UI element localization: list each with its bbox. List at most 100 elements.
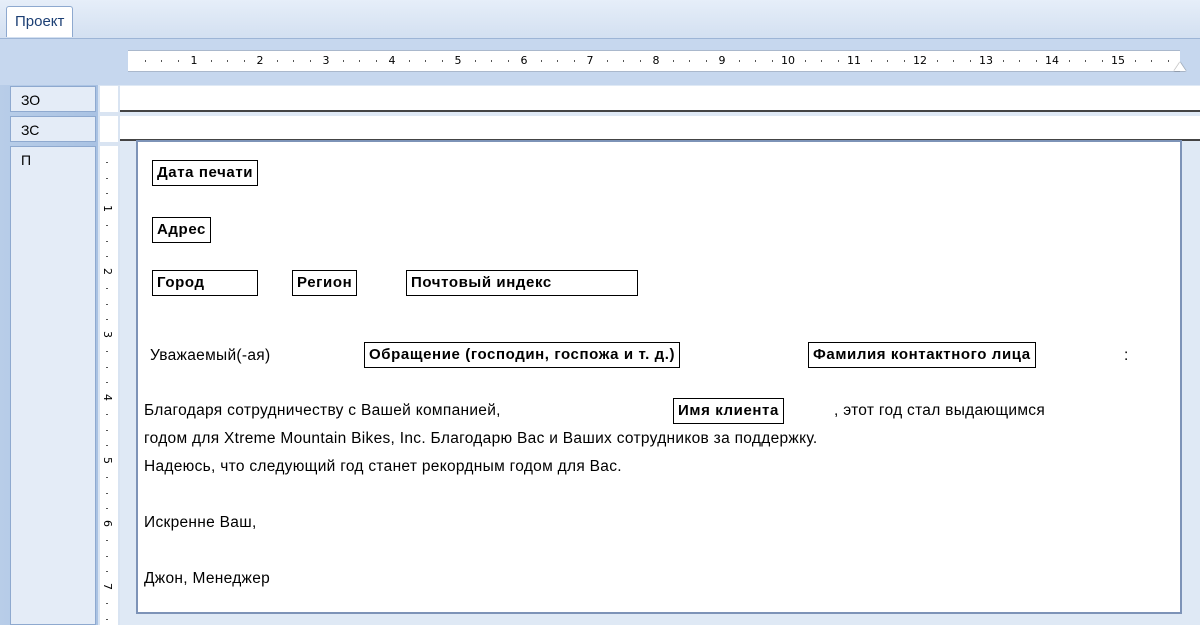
ruler-tick [276,60,278,62]
ruler-tick [441,60,443,62]
tab-design[interactable]: Проект [6,6,74,37]
section-report-header-label[interactable]: ЗО [10,86,96,112]
ruler-tick [106,413,108,415]
ruler-number: 5 [101,457,114,464]
ruler-tick [507,60,509,62]
ruler-number: 3 [101,331,114,338]
ruler-tick [1151,60,1152,62]
ruler-tick [106,555,108,557]
greeting-colon: : [1124,347,1129,364]
ruler-tick [969,60,971,62]
ruler-tick [106,618,108,620]
vruler-page-header [100,116,118,142]
city-field[interactable]: Город [152,270,258,296]
ruler-number: 4 [388,54,396,67]
customer-name-field[interactable]: Имя клиента [673,398,784,424]
ruler-number: 6 [520,54,528,67]
ruler-tick [953,60,954,62]
ruler-number: 3 [322,54,330,67]
tab-strip: Проект [0,0,1200,39]
vruler-report-header [100,86,118,112]
ruler-tick [837,60,839,62]
ruler-number: 7 [101,583,114,590]
ruler-tick [1035,60,1037,62]
ruler-tick [243,60,245,62]
ruler-tick [1002,60,1004,62]
ruler-tick [540,60,542,62]
ruler-tick [689,60,690,62]
ruler-tick [375,60,377,62]
ruler-tick [1134,60,1136,62]
ruler-tick [106,161,108,163]
ruler-tick [1019,60,1020,62]
contact-last-name-field[interactable]: Фамилия контактного лица [808,342,1036,368]
ruler-tick [106,571,108,573]
ruler-tick [106,256,108,258]
greeting-text: Уважаемый(-ая) [150,347,271,364]
ruler-number: 2 [256,54,264,67]
ruler-tick [309,60,311,62]
body-line-1-end: , этот год стал выдающимся [834,402,1046,419]
section-details-label[interactable]: П [10,146,96,625]
ruler-tick [1068,60,1070,62]
print-date-field[interactable]: Дата печати [152,160,259,186]
ruler-number: 2 [101,268,114,275]
ruler-tick [106,508,108,510]
section-divider[interactable] [120,110,1200,112]
ruler-tick [227,60,228,62]
ruler-tick [755,60,756,62]
address-field[interactable]: Адрес [152,217,212,243]
section-page-header-label[interactable]: ЗС [10,116,96,142]
ruler-tick [408,60,410,62]
ruler-tick [293,60,294,62]
ruler-tick [705,60,707,62]
ruler-tick [106,476,108,478]
postal-code-field[interactable]: Почтовый индекс [406,270,638,296]
ruler-tick [106,287,108,289]
ruler-tick [106,539,108,541]
ruler-tick [106,240,108,242]
ruler-tick [359,60,360,62]
region-field[interactable]: Регион [292,270,358,296]
horizontal-ruler[interactable]: 1 2 3 4 5 6 7 8 9 10 11 12 13 14 15 [128,50,1180,72]
ruler-number: 6 [101,520,114,527]
ruler-tick [639,60,641,62]
ruler-tick [903,60,905,62]
right-margin-marker-icon[interactable] [1174,62,1186,71]
ruler-number: 11 [847,54,861,67]
ruler-tick [106,445,108,447]
ruler-tick [106,303,108,305]
ruler-tick [106,350,108,352]
title-field[interactable]: Обращение (господин, госпожа и т. д.) [364,342,681,368]
ruler-tick [106,492,108,494]
ruler-tick [1085,60,1086,62]
ruler-tick [106,319,108,321]
ruler-tick [161,60,162,62]
ruler-tick [106,602,108,604]
ruler-tick [672,60,674,62]
ruler-tick [936,60,938,62]
ruler-tick [606,60,608,62]
ruler-tick [738,60,740,62]
ruler-tick [425,60,426,62]
report-header-band[interactable] [120,86,1200,111]
ruler-number: 12 [913,54,927,67]
ruler-tick [342,60,344,62]
ruler-tick [1101,60,1103,62]
ruler-tick [177,60,179,62]
ruler-tick [771,60,773,62]
closing-text: Искренне Ваш, [144,514,257,531]
details-section-canvas[interactable]: Дата печати Адрес Город Регион Почтовый … [136,140,1182,614]
ruler-tick [210,60,212,62]
ruler-tick [557,60,558,62]
ruler-number: 1 [190,54,198,67]
vruler-details [100,146,118,625]
body-line-3: Надеюсь, что следующий год станет рекорд… [144,458,622,475]
page-header-band[interactable] [120,116,1200,140]
ruler-number: 7 [586,54,594,67]
ruler-tick [144,60,146,62]
ruler-number: 14 [1045,54,1059,67]
ruler-tick [474,60,476,62]
ruler-tick [623,60,624,62]
ruler-tick [821,60,822,62]
